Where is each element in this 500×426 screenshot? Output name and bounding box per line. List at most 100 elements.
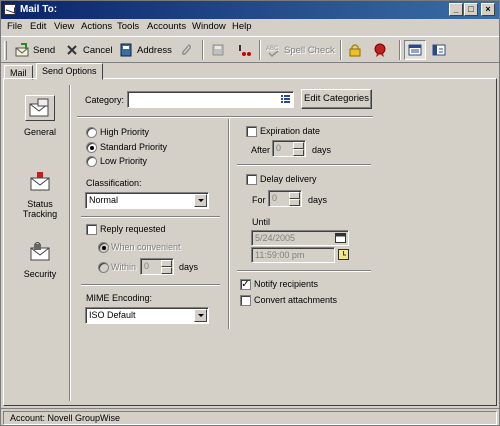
classification-dropdown-arrow-icon[interactable] xyxy=(194,194,207,207)
low-priority-radio[interactable] xyxy=(86,156,97,167)
menu-file[interactable]: File xyxy=(7,21,22,32)
sidebar-security-button[interactable]: Security xyxy=(19,241,61,279)
sidebar-status-tracking-label: Status Tracking xyxy=(22,199,58,219)
spell-check-label: Spell Check xyxy=(284,44,335,56)
within-spin-arrows-icon[interactable] xyxy=(161,260,172,274)
section-separator xyxy=(77,116,373,118)
category-field[interactable] xyxy=(127,91,294,108)
classification-select[interactable]: Normal xyxy=(85,192,209,209)
menu-tools[interactable]: Tools xyxy=(117,21,139,32)
status-bar: Account: Novell GroupWise xyxy=(1,408,499,425)
section-separator xyxy=(81,216,220,218)
within-label: Within xyxy=(111,262,137,272)
expiration-date-label: Expiration date xyxy=(260,126,321,136)
standard-priority-radio[interactable] xyxy=(86,142,97,153)
mail-view-icon xyxy=(408,43,422,57)
delay-delivery-label: Delay delivery xyxy=(260,174,317,184)
toolbar-separator xyxy=(202,40,204,60)
high-priority-radio[interactable] xyxy=(86,127,97,138)
seal-ribbon-icon xyxy=(373,43,387,57)
mail-window: Mail To: _ □ × File Edit View Actions To… xyxy=(0,0,500,426)
until-time-value: 11:59:00 pm xyxy=(255,250,305,260)
after-spin-arrows-icon[interactable] xyxy=(293,142,304,156)
options-sidebar: General Status Tracking Security xyxy=(5,85,67,401)
spell-check-icon: ABC xyxy=(266,43,280,58)
expiration-after-stepper[interactable]: 0 xyxy=(272,140,306,157)
sidebar-status-tracking-button[interactable]: Status Tracking xyxy=(19,171,61,219)
toolbar-separator xyxy=(399,40,401,60)
within-days-stepper[interactable]: 0 xyxy=(140,258,174,275)
expiration-date-checkbox[interactable] xyxy=(246,126,257,137)
reply-requested-checkbox[interactable] xyxy=(86,224,97,235)
title-bar[interactable]: Mail To: _ □ × xyxy=(1,1,499,19)
send-options-view-button[interactable] xyxy=(432,41,450,59)
tab-send-options[interactable]: Send Options xyxy=(36,63,103,80)
address-book-icon xyxy=(119,43,133,57)
cancel-button[interactable]: Cancel xyxy=(65,41,113,59)
category-label: Category: xyxy=(85,95,125,105)
sidebar-general-button[interactable]: General xyxy=(19,95,61,137)
paperclip-icon xyxy=(179,43,193,57)
maximize-button[interactable]: □ xyxy=(464,3,478,16)
classification-label: Classification: xyxy=(86,178,142,188)
category-list-icon[interactable] xyxy=(281,95,290,104)
menu-window[interactable]: Window xyxy=(192,21,226,32)
sidebar-general-label: General xyxy=(23,127,57,137)
until-date-field[interactable]: 5/24/2005 xyxy=(251,230,349,246)
window-title: Mail To: xyxy=(20,4,58,15)
send-label: Send xyxy=(33,44,56,56)
convert-attachments-checkbox[interactable] xyxy=(240,295,251,306)
minimize-button[interactable]: _ xyxy=(449,3,463,16)
when-convenient-radio[interactable] xyxy=(98,242,109,253)
clock-icon[interactable] xyxy=(338,249,349,262)
sidebar-security-label: Security xyxy=(23,269,57,279)
delay-for-stepper[interactable]: 0 xyxy=(268,190,302,207)
send-options-button[interactable] xyxy=(237,41,255,59)
save-draft-button[interactable] xyxy=(211,41,229,59)
edit-categories-button[interactable]: Edit Categories xyxy=(301,89,372,109)
toolbar-grip[interactable] xyxy=(4,41,7,60)
classification-value: Normal xyxy=(89,195,119,205)
toolbar-separator xyxy=(259,40,261,60)
menu-view[interactable]: View xyxy=(54,21,74,32)
menu-actions[interactable]: Actions xyxy=(81,21,112,32)
convert-attachments-label: Convert attachments xyxy=(254,295,338,305)
mime-encoding-select[interactable]: ISO Default xyxy=(85,307,209,324)
account-status: Account: Novell GroupWise xyxy=(3,411,497,425)
address-button[interactable]: Address xyxy=(119,41,172,59)
after-value: 0 xyxy=(276,143,282,153)
mime-encoding-label: MIME Encoding: xyxy=(86,293,153,303)
menu-edit[interactable]: Edit xyxy=(30,21,46,32)
delay-delivery-checkbox[interactable] xyxy=(246,174,257,185)
tab-strip: Mail Send Options xyxy=(1,63,499,80)
for-days-unit: days xyxy=(308,195,328,205)
spell-check-button[interactable]: ABC Spell Check xyxy=(266,41,335,59)
section-separator xyxy=(237,270,371,272)
within-radio[interactable] xyxy=(98,262,109,273)
save-disk-icon xyxy=(211,43,225,57)
calendar-icon[interactable] xyxy=(335,233,346,245)
notify-recipients-label: Notify recipients xyxy=(254,279,319,289)
sign-message-button[interactable] xyxy=(373,41,391,59)
column-divider xyxy=(228,119,230,329)
menu-help[interactable]: Help xyxy=(232,21,252,32)
for-label: For xyxy=(252,195,266,205)
conceal-subject-button[interactable] xyxy=(348,41,366,59)
lock-icon xyxy=(348,43,362,57)
send-icon xyxy=(15,43,29,57)
until-label: Until xyxy=(252,217,271,227)
address-label: Address xyxy=(137,44,172,56)
until-time-field[interactable]: 11:59:00 pm xyxy=(251,247,335,263)
attach-button[interactable] xyxy=(179,41,197,59)
send-button[interactable]: Send xyxy=(15,41,55,59)
mail-view-button[interactable] xyxy=(404,40,426,60)
general-envelope-icon xyxy=(25,95,55,121)
close-button[interactable]: × xyxy=(481,3,495,16)
for-value: 0 xyxy=(272,193,278,203)
reply-requested-label: Reply requested xyxy=(100,224,166,234)
for-spin-arrows-icon[interactable] xyxy=(289,192,300,206)
menu-accounts[interactable]: Accounts xyxy=(147,21,186,32)
sidebar-divider xyxy=(69,85,71,401)
mime-dropdown-arrow-icon[interactable] xyxy=(194,309,207,322)
notify-recipients-checkbox[interactable]: ✓ xyxy=(240,279,251,290)
